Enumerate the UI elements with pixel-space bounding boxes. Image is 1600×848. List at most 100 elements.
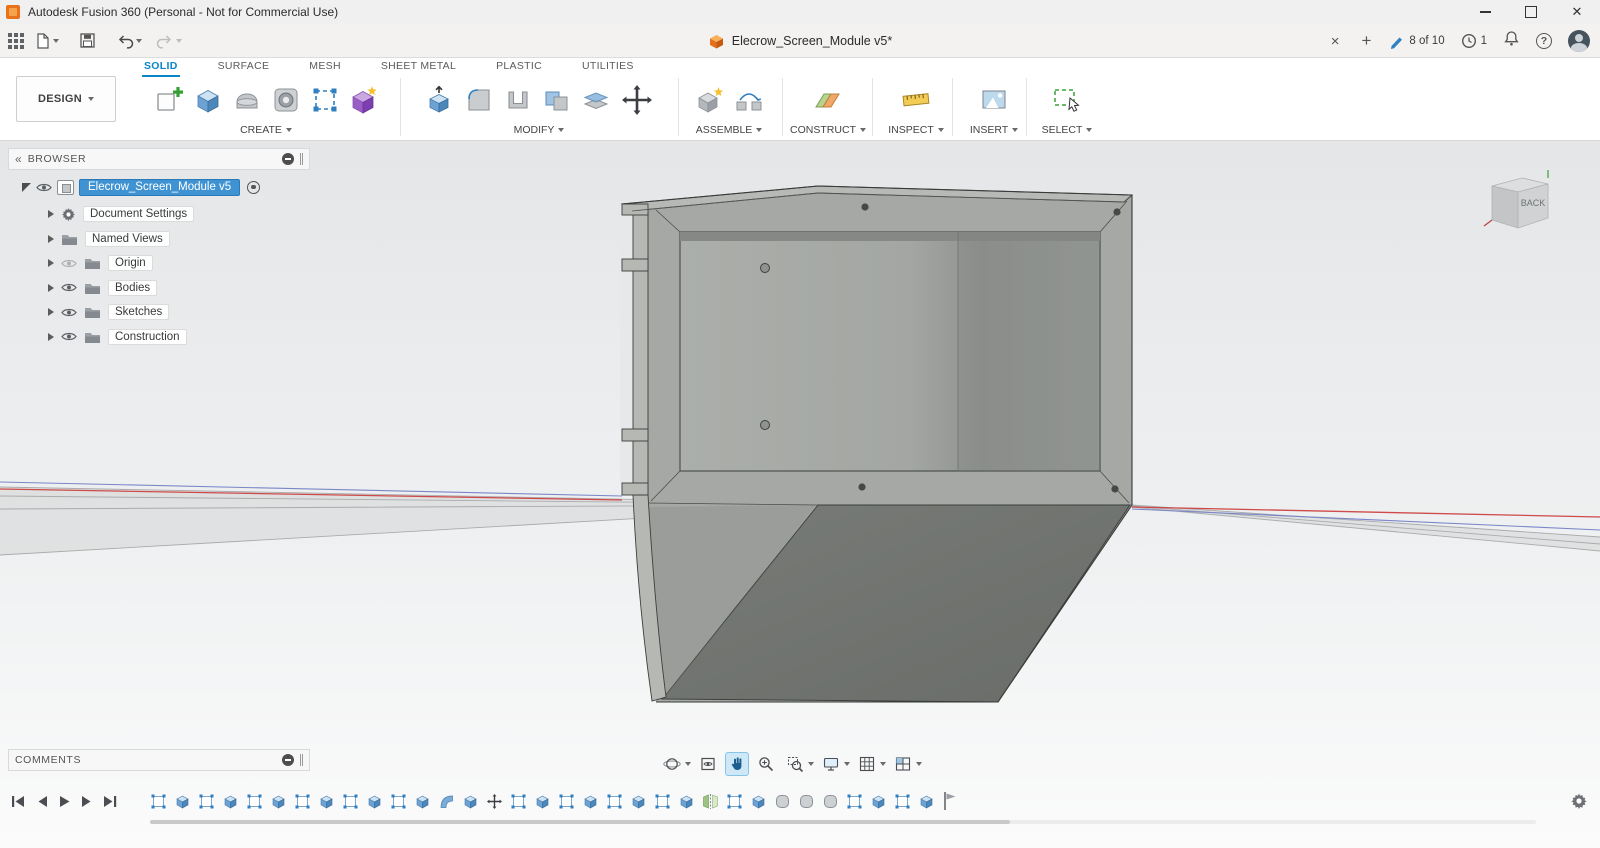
panel-options-icon[interactable] bbox=[282, 754, 294, 766]
visibility-eye-icon[interactable] bbox=[61, 307, 77, 318]
create-form-button[interactable] bbox=[349, 85, 379, 115]
browser-item-document-settings[interactable]: Document Settings bbox=[8, 202, 310, 227]
play-button[interactable] bbox=[58, 794, 71, 814]
new-document-tab-button[interactable]: + bbox=[1359, 31, 1373, 51]
panel-grip-icon[interactable] bbox=[300, 153, 303, 165]
browser-item-sketches[interactable]: Sketches bbox=[8, 300, 310, 325]
expand-arrow-icon[interactable] bbox=[48, 210, 54, 218]
select-button[interactable] bbox=[1050, 85, 1084, 115]
timeline-feature-sketch-1[interactable] bbox=[150, 793, 167, 810]
create-group-label[interactable]: CREATE bbox=[140, 124, 392, 136]
go-to-start-button[interactable] bbox=[10, 794, 27, 814]
orbit-button[interactable] bbox=[660, 752, 684, 776]
inspect-group-label[interactable]: INSPECT bbox=[878, 124, 954, 136]
construct-plane-button[interactable] bbox=[813, 85, 843, 115]
timeline-feature-extrude-2[interactable] bbox=[174, 793, 191, 810]
undo-button[interactable] bbox=[116, 33, 142, 49]
timeline-feature-extrude-26[interactable] bbox=[750, 793, 767, 810]
job-status-button[interactable]: 1 bbox=[1461, 33, 1487, 49]
chevron-down-icon[interactable] bbox=[844, 762, 850, 766]
viewport-3d[interactable]: BACK « BROWSER Elecrow_Screen_Module v5 bbox=[0, 141, 1600, 848]
timeline-feature-extrude-12[interactable] bbox=[414, 793, 431, 810]
tab-plastic[interactable]: PLASTIC bbox=[494, 60, 544, 76]
timeline-feature-extrude-4[interactable] bbox=[222, 793, 239, 810]
tab-solid[interactable]: SOLID bbox=[142, 60, 180, 76]
fit-button[interactable] bbox=[783, 752, 807, 776]
timeline-feature-extrude-33[interactable] bbox=[918, 793, 935, 810]
model-body[interactable] bbox=[620, 186, 1132, 702]
timeline-feature-mirror-24[interactable] bbox=[702, 793, 719, 810]
comments-header[interactable]: COMMENTS bbox=[8, 749, 310, 771]
create-sketch-button[interactable] bbox=[154, 85, 184, 115]
expand-arrow-icon[interactable] bbox=[48, 333, 54, 341]
activate-component-radio[interactable] bbox=[247, 181, 260, 194]
timeline-feature-sketch-7[interactable] bbox=[294, 793, 311, 810]
split-body-button[interactable] bbox=[581, 85, 611, 115]
timeline-feature-sketch-30[interactable] bbox=[846, 793, 863, 810]
close-button[interactable]: ✕ bbox=[1554, 0, 1600, 24]
modify-group-label[interactable]: MODIFY bbox=[408, 124, 670, 136]
timeline-feature-marker-34[interactable] bbox=[942, 791, 957, 812]
measure-button[interactable] bbox=[901, 85, 931, 115]
timeline-feature-sketch-18[interactable] bbox=[558, 793, 575, 810]
timeline-feature-sketch-11[interactable] bbox=[390, 793, 407, 810]
save-button[interactable] bbox=[79, 32, 96, 49]
move-copy-button[interactable] bbox=[620, 83, 654, 117]
timeline-feature-move-15[interactable] bbox=[486, 793, 503, 810]
timeline-feature-extrude-31[interactable] bbox=[870, 793, 887, 810]
combine-button[interactable] bbox=[542, 85, 572, 115]
timeline-feature-fillet-27[interactable] bbox=[774, 793, 791, 810]
tab-mesh[interactable]: MESH bbox=[307, 60, 343, 76]
notifications-button[interactable] bbox=[1503, 30, 1520, 52]
select-group-label[interactable]: SELECT bbox=[1032, 124, 1102, 136]
timeline-feature-extrude-19[interactable] bbox=[582, 793, 599, 810]
shell-button[interactable] bbox=[503, 85, 533, 115]
timeline-feature-extrude-6[interactable] bbox=[270, 793, 287, 810]
press-pull-button[interactable] bbox=[425, 85, 455, 115]
extrude-button[interactable] bbox=[193, 85, 223, 115]
tab-sheet-metal[interactable]: SHEET METAL bbox=[379, 60, 458, 76]
browser-root-label[interactable]: Elecrow_Screen_Module v5 bbox=[79, 179, 240, 196]
go-to-end-button[interactable] bbox=[102, 794, 119, 814]
timeline-settings-button[interactable] bbox=[1570, 792, 1588, 815]
chevron-down-icon[interactable] bbox=[685, 762, 691, 766]
timeline-feature-sketch-5[interactable] bbox=[246, 793, 263, 810]
timeline-feature-extrude-23[interactable] bbox=[678, 793, 695, 810]
timeline-feature-extrude-10[interactable] bbox=[366, 793, 383, 810]
browser-header[interactable]: « BROWSER bbox=[8, 148, 310, 170]
step-forward-button[interactable] bbox=[80, 794, 93, 814]
insert-group-label[interactable]: INSERT bbox=[958, 124, 1030, 136]
timeline-feature-extrude-17[interactable] bbox=[534, 793, 551, 810]
zoom-button[interactable] bbox=[754, 752, 778, 776]
document-tab[interactable]: Elecrow_Screen_Module v5* bbox=[732, 34, 893, 48]
timeline-feature-sketch-25[interactable] bbox=[726, 793, 743, 810]
look-at-button[interactable] bbox=[696, 752, 720, 776]
chevron-down-icon[interactable] bbox=[808, 762, 814, 766]
timeline-feature-sketch-22[interactable] bbox=[654, 793, 671, 810]
visibility-eye-icon[interactable] bbox=[61, 331, 77, 342]
save-limit-badge[interactable]: 8 of 10 bbox=[1389, 33, 1444, 49]
chevron-down-icon[interactable] bbox=[880, 762, 886, 766]
timeline-feature-sketch-32[interactable] bbox=[894, 793, 911, 810]
minimize-button[interactable] bbox=[1462, 0, 1508, 24]
timeline-scrollbar-thumb[interactable] bbox=[150, 820, 1010, 824]
visibility-eye-icon[interactable] bbox=[61, 282, 77, 293]
tab-utilities[interactable]: UTILITIES bbox=[580, 60, 636, 76]
help-icon[interactable]: ? bbox=[1536, 33, 1552, 49]
timeline-feature-extrude-14[interactable] bbox=[462, 793, 479, 810]
close-document-tab-button[interactable]: × bbox=[1327, 33, 1344, 50]
viewports-button[interactable] bbox=[891, 752, 915, 776]
display-settings-button[interactable] bbox=[819, 752, 843, 776]
timeline-scrollbar[interactable] bbox=[150, 820, 1536, 824]
joint-button[interactable] bbox=[734, 85, 764, 115]
panel-options-icon[interactable] bbox=[282, 153, 294, 165]
step-back-button[interactable] bbox=[36, 794, 49, 814]
browser-item-construction[interactable]: Construction bbox=[8, 325, 310, 350]
timeline-feature-sketch-9[interactable] bbox=[342, 793, 359, 810]
timeline-feature-extrude-8[interactable] bbox=[318, 793, 335, 810]
expand-arrow-icon[interactable] bbox=[48, 235, 54, 243]
expand-arrow-icon[interactable] bbox=[48, 284, 54, 292]
expand-arrow-icon[interactable] bbox=[48, 259, 54, 267]
browser-item-bodies[interactable]: Bodies bbox=[8, 276, 310, 301]
maximize-button[interactable] bbox=[1508, 0, 1554, 24]
